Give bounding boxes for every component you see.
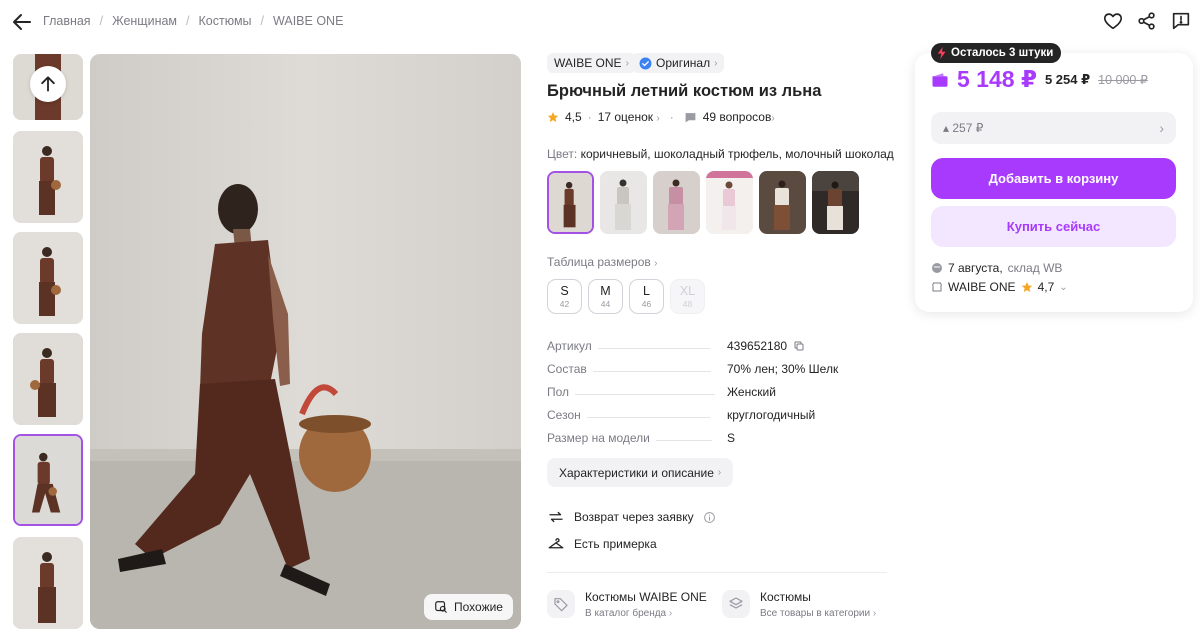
thumbnail-4[interactable] (13, 333, 83, 425)
top-actions (1102, 10, 1192, 32)
color-swatch-6[interactable] (812, 171, 859, 234)
back-button[interactable] (10, 10, 34, 34)
spec-row-season: Сезон круглогодичный (547, 408, 816, 422)
report-icon[interactable] (1170, 10, 1192, 32)
similar-label: Похожие (454, 600, 503, 614)
price-old: 10 000 ₽ (1098, 73, 1148, 87)
chevron-right-icon: › (1159, 120, 1164, 136)
info-icon[interactable] (703, 511, 716, 524)
similar-button[interactable]: Похожие (424, 594, 513, 620)
heart-icon[interactable] (1102, 10, 1124, 32)
color-label: Цвет: (547, 147, 578, 161)
seller-info[interactable]: WAIBE ONE 4,7 ⌄ (931, 280, 1068, 294)
breadcrumb-item-brand[interactable]: WAIBE ONE (273, 14, 343, 28)
copy-icon[interactable] (793, 340, 805, 352)
verified-badge-icon (639, 57, 652, 69)
arrow-up-icon (41, 76, 55, 92)
color-swatch-5[interactable] (759, 171, 806, 234)
scroll-up-button[interactable] (30, 66, 66, 102)
characteristics-button[interactable]: Характеристики и описание › (547, 458, 734, 487)
color-line: Цвет: коричневый, шоколадный трюфель, мо… (547, 147, 894, 161)
price-row: 5 148 ₽ 5 254 ₽ 10 000 ₽ (931, 66, 1148, 93)
brand-chip[interactable]: WAIBE ONE › (547, 53, 636, 73)
price-change-row[interactable]: ▴ 257 ₽ › (931, 112, 1176, 144)
hanger-icon (548, 538, 564, 549)
stock-badge: Осталось 3 штуки (931, 43, 1062, 63)
brand-name: WAIBE ONE (554, 56, 622, 70)
spec-row-model-size: Размер на модели S (547, 431, 736, 445)
product-title: Брючный летний костюм из льна (547, 82, 822, 100)
reviews-link[interactable]: 17 оценок › (598, 110, 660, 124)
visual-search-icon (435, 601, 447, 613)
size-option-xl: XL 48 (670, 279, 705, 314)
share-icon[interactable] (1136, 10, 1158, 32)
thumbnail-5[interactable] (13, 434, 83, 526)
chevron-right-icon: › (714, 57, 718, 69)
thumbnail-3[interactable] (13, 232, 83, 324)
chevron-right-icon: › (625, 57, 629, 69)
size-option-s[interactable]: S 42 (547, 279, 582, 314)
wallet-icon (932, 72, 948, 87)
feature-fitting: Есть примерка (547, 535, 657, 553)
breadcrumb: Главная / Женщинам / Костюмы / WAIBE ONE (43, 14, 344, 28)
category-link[interactable]: Костюмы Все товары в категории › (722, 590, 876, 619)
color-value: коричневый, шоколадный трюфель, молочный… (580, 147, 894, 161)
breadcrumb-item-home[interactable]: Главная (43, 14, 91, 28)
box-icon (932, 263, 942, 273)
stack-icon (729, 597, 743, 609)
spec-row-gender: Пол Женский (547, 385, 776, 399)
main-product-image[interactable] (90, 54, 521, 629)
breadcrumb-item-women[interactable]: Женщинам (112, 14, 177, 28)
buy-now-button[interactable]: Купить сейчас (931, 206, 1176, 247)
thumbnail-6[interactable] (13, 537, 83, 629)
thumbnail-2[interactable] (13, 131, 83, 223)
shop-icon (932, 282, 942, 292)
star-icon (1021, 282, 1032, 292)
add-to-cart-button[interactable]: Добавить в корзину (931, 158, 1176, 199)
size-option-l[interactable]: L 46 (629, 279, 664, 314)
questions-link[interactable]: 49 вопросов› (703, 110, 775, 124)
color-swatch-2[interactable] (600, 171, 647, 234)
lightning-icon (937, 47, 946, 59)
size-table-link[interactable]: Таблица размеров › (547, 255, 657, 269)
color-swatch-3[interactable] (653, 171, 700, 234)
delivery-info: 7 августа, склад WB (931, 261, 1062, 275)
arrow-left-icon (13, 14, 31, 30)
chevron-down-icon: ⌄ (1059, 281, 1068, 293)
star-icon (547, 112, 559, 122)
price-main: 5 148 ₽ (957, 66, 1037, 92)
price-secondary: 5 254 ₽ (1044, 71, 1091, 87)
return-arrows-icon (549, 511, 563, 523)
original-chip[interactable]: Оригинал › (632, 53, 725, 73)
rating-row: 4,5 · 17 оценок › · 49 вопросов› (547, 110, 775, 124)
feature-return: Возврат через заявку (547, 508, 716, 526)
section-divider (547, 572, 887, 573)
tag-icon (554, 598, 568, 612)
original-label: Оригинал (656, 56, 711, 70)
spec-row-composition: Состав 70% лен; 30% Шелк (547, 362, 839, 376)
questions-icon (685, 112, 696, 122)
article-value: 439652180 (727, 339, 788, 353)
breadcrumb-item-suits[interactable]: Костюмы (199, 14, 252, 28)
size-option-m[interactable]: M 44 (588, 279, 623, 314)
color-swatch-4[interactable] (706, 171, 753, 234)
rating-value: 4,5 (565, 110, 582, 124)
brand-catalog-link[interactable]: Костюмы WAIBE ONE В каталог бренда › (547, 590, 707, 619)
color-swatch-1[interactable] (547, 171, 594, 234)
spec-row-article: Артикул 439652180 (547, 337, 887, 353)
